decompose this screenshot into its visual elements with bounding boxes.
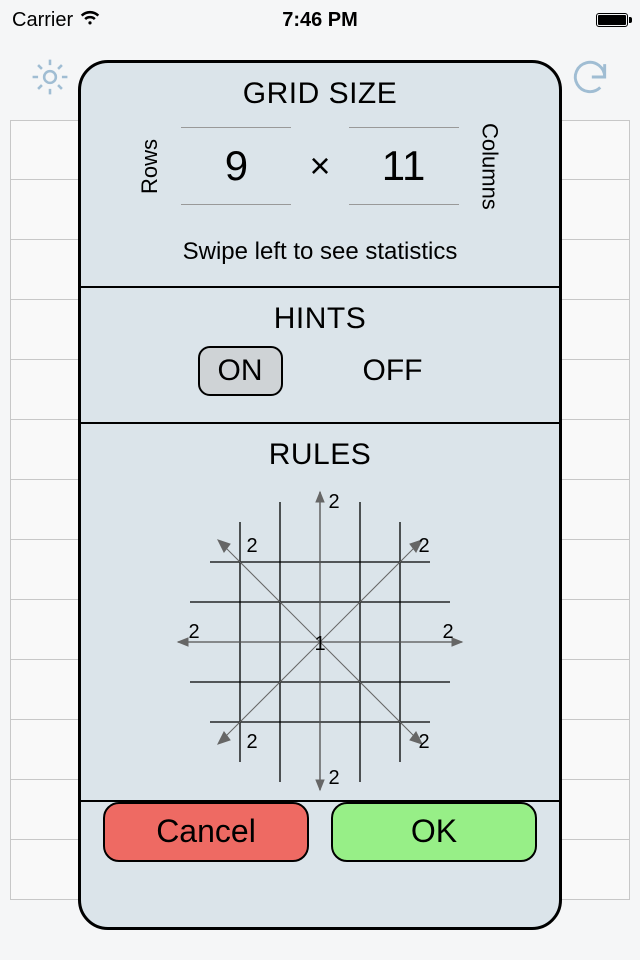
hints-on-button[interactable]: ON [198,346,283,396]
rules-s: 2 [328,767,339,789]
rules-w: 2 [188,621,199,643]
rules-e: 2 [442,621,453,643]
rows-value: 9 [225,142,248,189]
multiply-icon: × [309,145,330,187]
cancel-button[interactable]: Cancel [103,802,309,862]
grid-size-title: GRID SIZE [101,77,539,111]
hints-off-button[interactable]: OFF [343,346,443,396]
rules-center: 1 [314,633,325,655]
ok-button[interactable]: OK [331,802,537,862]
rules-n: 2 [328,491,339,513]
refresh-icon [568,55,612,115]
battery-icon [596,13,628,27]
rules-se: 2 [418,731,429,753]
rules-sw: 2 [246,731,257,753]
clock: 7:46 PM [0,9,640,32]
rows-label: Rows [137,139,163,194]
rules-title: RULES [101,438,539,472]
grid-size-section: GRID SIZE Rows 9 × 11 Columns Swipe left… [81,63,559,288]
rules-nw: 2 [246,535,257,557]
rules-section: RULES [81,424,559,802]
gear-icon [28,55,72,115]
settings-modal: GRID SIZE Rows 9 × 11 Columns Swipe left… [78,60,562,930]
rules-ne: 2 [418,535,429,557]
hints-title: HINTS [101,302,539,336]
columns-label: Columns [477,123,503,210]
columns-picker[interactable]: 11 [349,127,459,205]
columns-value: 11 [382,142,426,189]
hints-section: HINTS ON OFF [81,288,559,424]
status-bar: Carrier 7:46 PM [0,0,640,40]
swipe-hint: Swipe left to see statistics [101,238,539,266]
rules-diagram: 1 2 2 2 2 2 2 2 2 [170,482,470,792]
modal-button-row: Cancel OK [81,802,559,884]
rows-picker[interactable]: 9 [181,127,291,205]
